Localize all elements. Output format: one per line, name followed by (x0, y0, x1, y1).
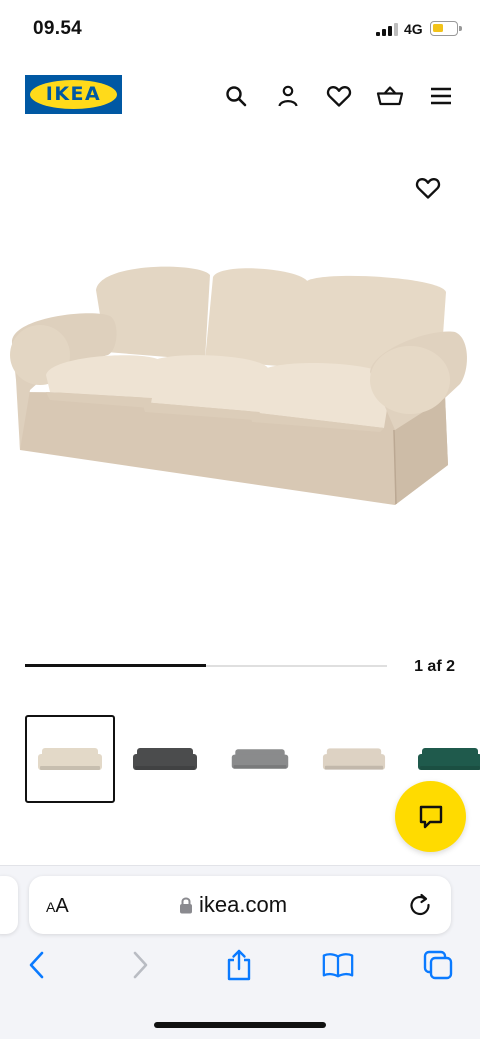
battery-icon (430, 21, 462, 36)
basket-icon (376, 86, 404, 106)
logo-text: IKEA (45, 83, 102, 105)
home-indicator (154, 1022, 326, 1028)
previous-tab-preview[interactable] (0, 876, 18, 934)
wishlist-button[interactable] (325, 82, 353, 110)
signal-icon (376, 23, 398, 36)
product-image[interactable] (0, 240, 480, 520)
tabs-button[interactable] (421, 948, 455, 982)
battery-fill (433, 24, 443, 32)
menu-icon (431, 87, 451, 105)
thumbnail-beige[interactable] (25, 715, 115, 803)
menu-button[interactable] (427, 82, 455, 110)
image-pager-track (25, 664, 387, 667)
account-icon (278, 85, 298, 107)
heart-icon (415, 178, 441, 199)
image-pager-progress (25, 664, 206, 667)
url-display[interactable]: ikea.com (179, 892, 287, 918)
network-label: 4G (404, 21, 423, 37)
heart-icon (326, 86, 352, 107)
sofa-thumbnail (418, 748, 480, 770)
basket-button[interactable] (376, 82, 404, 110)
search-icon (226, 86, 247, 107)
sofa-thumbnail (322, 748, 386, 770)
back-icon (29, 951, 44, 979)
lock-icon (180, 897, 192, 914)
thumbnail-grey[interactable] (215, 715, 305, 803)
search-button[interactable] (222, 82, 250, 110)
thumbnail-dark-grey[interactable] (120, 715, 210, 803)
bookmarks-icon (322, 953, 354, 978)
status-bar: 09.54 4G (0, 0, 480, 58)
share-button[interactable] (222, 948, 256, 982)
forward-icon (133, 951, 148, 979)
reload-button[interactable] (407, 892, 433, 918)
reload-icon (410, 893, 430, 916)
url-text: ikea.com (199, 892, 288, 917)
reader-settings-button[interactable]: AA (46, 895, 69, 918)
back-button[interactable] (20, 948, 54, 982)
ikea-logo[interactable]: IKEA (25, 75, 122, 114)
sofa-thumbnail (133, 748, 197, 770)
sofa-image (10, 266, 467, 505)
tabs-icon (423, 950, 453, 980)
status-time: 09.54 (33, 18, 83, 39)
share-icon (227, 949, 251, 981)
sofa-thumbnail (38, 748, 102, 770)
forward-button[interactable] (123, 948, 157, 982)
sofa-thumbnail (231, 749, 289, 769)
account-button[interactable] (274, 82, 302, 110)
image-pager-label: 1 af 2 (414, 658, 455, 675)
thumbnail-beige-alt[interactable] (309, 715, 399, 803)
bookmarks-button[interactable] (321, 948, 355, 982)
address-bar[interactable]: AA ikea.com (29, 876, 451, 934)
chat-button[interactable] (395, 781, 466, 852)
favorite-button[interactable] (414, 174, 442, 202)
chat-icon (419, 805, 442, 828)
